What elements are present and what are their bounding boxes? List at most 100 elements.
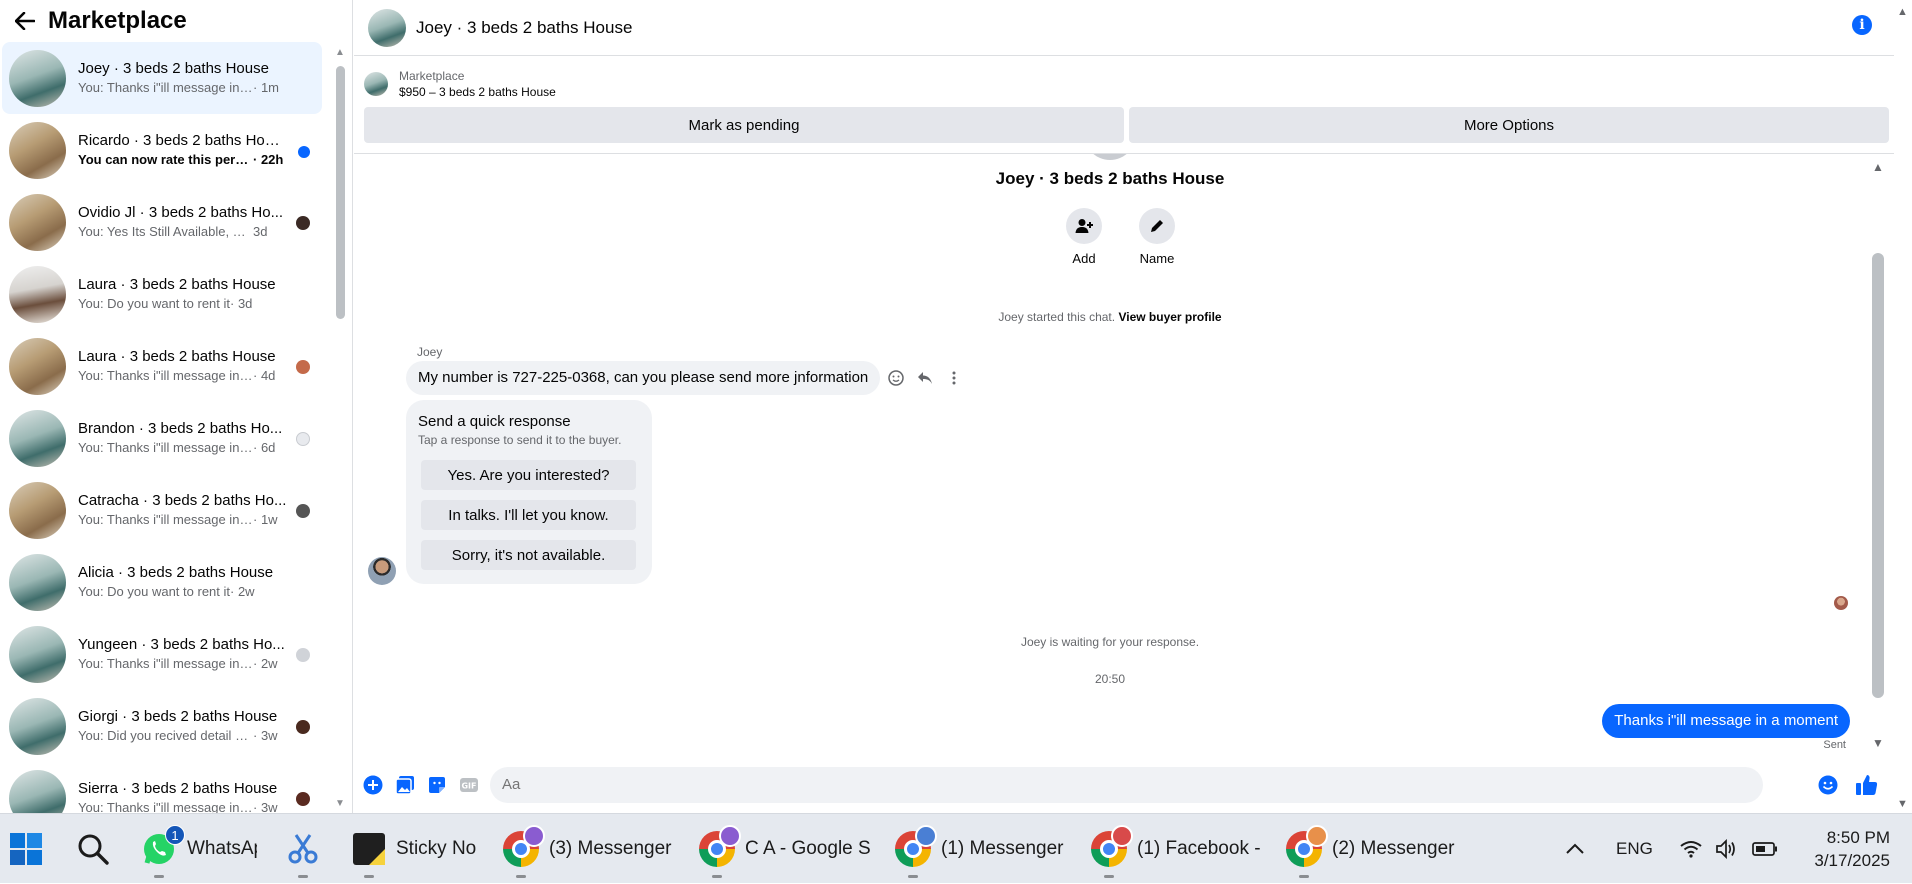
conversation-time: · 3w [253, 800, 278, 813]
scroll-up-arrow-icon[interactable]: ▲ [334, 48, 346, 58]
listing-thumbnail [9, 337, 66, 395]
window-scrollbar[interactable]: ▲ ▼ [1894, 0, 1912, 813]
conversation-name: Laura · 3 beds 2 baths House [78, 276, 276, 293]
start-button[interactable] [9, 814, 43, 884]
taskbar-chrome-window[interactable]: (3) Messenger [503, 814, 678, 884]
listing-thumbnail [9, 193, 66, 251]
conversation-time: · 6d [253, 440, 276, 455]
conversation-item[interactable]: Laura · 3 beds 2 baths House You: Do you… [2, 258, 322, 330]
running-indicator [516, 875, 526, 878]
name-action[interactable]: Name [1127, 208, 1187, 266]
conversation-preview: You: Thanks i"ill message in a ... [78, 656, 253, 671]
listing-thumbnail [9, 49, 66, 107]
conversation-preview: You: Thanks i"ill message in a ... [78, 800, 253, 813]
conversation-name: Catracha · 3 beds 2 baths Ho... [78, 492, 287, 509]
gif-icon[interactable]: GIF [459, 775, 479, 795]
more-vertical-icon[interactable] [944, 368, 963, 387]
message-input[interactable] [490, 767, 1763, 803]
conversation-item[interactable]: Giorgi · 3 beds 2 baths House You: Did y… [2, 690, 322, 762]
react-smiley-icon[interactable] [886, 368, 905, 387]
mark-as-pending-button[interactable]: Mark as pending [364, 107, 1124, 143]
avatar[interactable] [368, 557, 396, 585]
conversation-item[interactable]: Yungeen · 3 beds 2 baths Ho... You: Than… [2, 618, 322, 690]
conversation-name: Giorgi · 3 beds 2 baths House [78, 708, 278, 725]
search-icon [78, 834, 109, 865]
taskbar-chrome-window[interactable]: C A - Google S [699, 814, 874, 884]
profile-avatar-icon [915, 825, 937, 847]
taskbar-chrome-window[interactable]: (1) Facebook - [1091, 814, 1266, 884]
reply-icon[interactable] [915, 368, 934, 387]
sidebar-scrollbar[interactable]: ▲ ▼ [333, 44, 347, 813]
scroll-up-arrow-icon[interactable]: ▲ [1871, 160, 1885, 174]
chat-header: Joey · 3 beds 2 baths House i [354, 0, 1894, 56]
conversation-item[interactable]: Laura · 3 beds 2 baths House You: Thanks… [2, 330, 322, 402]
taskbar-label: C A - Google S [745, 838, 871, 859]
conversation-item[interactable]: Catracha · 3 beds 2 baths Ho... You: Tha… [2, 474, 322, 546]
quick-reply-button[interactable]: In talks. I'll let you know. [421, 500, 636, 530]
incoming-message-bubble[interactable]: My number is 727-225-0368, can you pleas… [406, 361, 881, 395]
taskbar-chrome-window[interactable]: (1) Messenger [895, 814, 1070, 884]
quick-reply-button[interactable]: Yes. Are you interested? [421, 460, 636, 490]
view-buyer-profile-link[interactable]: View buyer profile [1118, 310, 1221, 324]
search-button[interactable] [76, 814, 110, 884]
listing-thumbnail [9, 481, 66, 539]
conversation-time: · 1w [253, 512, 278, 527]
conversation-item[interactable]: Joey · 3 beds 2 baths House You: Thanks … [2, 42, 322, 114]
battery-icon[interactable] [1752, 814, 1778, 884]
info-icon[interactable]: i [1852, 15, 1872, 35]
quick-reply-button[interactable]: Sorry, it's not available. [421, 540, 636, 570]
language-indicator[interactable]: ENG [1616, 814, 1653, 884]
more-options-button[interactable]: More Options [1129, 107, 1889, 143]
conversation-preview: You can now rate this person [78, 152, 253, 167]
sticker-icon[interactable] [427, 775, 447, 795]
seen-avatar-icon [296, 720, 310, 734]
conversation-item[interactable]: Ricardo · 3 beds 2 baths House You can n… [2, 114, 322, 186]
thumbs-up-icon[interactable] [1855, 773, 1879, 797]
message-thread: Joey · 3 beds 2 baths House Add Name Joe… [354, 154, 1874, 764]
scroll-down-arrow-icon[interactable]: ▼ [1871, 736, 1885, 750]
scroll-down-arrow-icon[interactable]: ▼ [334, 799, 346, 809]
listing-thumbnail[interactable] [368, 8, 406, 47]
conversation-item[interactable]: Ovidio Jl · 3 beds 2 baths Ho... You: Ye… [2, 186, 322, 258]
profile-name: Joey · 3 beds 2 baths House [995, 169, 1225, 188]
conversation-item[interactable]: Brandon · 3 beds 2 baths Ho... You: Than… [2, 402, 322, 474]
seen-avatar-icon [296, 360, 310, 374]
conversation-item[interactable]: Sierra · 3 beds 2 baths House You: Thank… [2, 762, 322, 813]
photo-icon[interactable] [395, 775, 415, 795]
seen-avatar-icon [296, 504, 310, 518]
running-indicator [1104, 875, 1114, 878]
add-person-icon[interactable] [1066, 208, 1102, 244]
seen-avatar-icon [296, 792, 310, 806]
listing-summary[interactable]: Marketplace $950 – 3 beds 2 baths House [364, 64, 556, 104]
taskbar-whatsapp[interactable]: 1 WhatsAp [141, 814, 259, 884]
add-action[interactable]: Add [1054, 208, 1114, 266]
taskbar-snipping-tool[interactable] [285, 814, 321, 884]
conversation-name: Alicia · 3 beds 2 baths House [78, 564, 274, 581]
wifi-icon[interactable] [1680, 814, 1702, 884]
conversation-name: Ricardo · 3 beds 2 baths House [78, 132, 288, 149]
pencil-icon[interactable] [1139, 208, 1175, 244]
system-clock[interactable]: 8:50 PM 3/17/2025 [1814, 826, 1890, 872]
outgoing-message-bubble[interactable]: Thanks i"ill message in a moment [1602, 704, 1850, 738]
scrollbar-thumb[interactable] [336, 66, 345, 319]
scrollbar-thumb[interactable] [1872, 253, 1884, 698]
taskbar-sticky-notes[interactable]: Sticky No [352, 814, 477, 884]
windows-logo-icon [10, 833, 42, 865]
profile-avatar-icon [719, 825, 741, 847]
emoji-icon[interactable] [1818, 775, 1838, 795]
profile-avatar-icon [1111, 825, 1133, 847]
plus-circle-icon[interactable] [363, 775, 383, 795]
back-arrow-icon[interactable] [14, 10, 36, 32]
conversation-item[interactable]: Alicia · 3 beds 2 baths House You: Do yo… [2, 546, 322, 618]
chat-title[interactable]: Joey · 3 beds 2 baths House [416, 18, 632, 38]
running-indicator [154, 875, 164, 878]
show-hidden-icons-button[interactable] [1565, 814, 1585, 884]
taskbar-label: (2) Messenger [1332, 838, 1455, 859]
volume-icon[interactable] [1715, 814, 1737, 884]
scroll-down-arrow-icon[interactable]: ▼ [1897, 798, 1908, 810]
chat-scrollbar[interactable]: ▲ ▼ [1869, 160, 1889, 750]
sticky-notes-icon [353, 833, 385, 865]
conversation-time: · 3d [230, 296, 253, 311]
taskbar-chrome-window[interactable]: (2) Messenger [1286, 814, 1461, 884]
scroll-up-arrow-icon[interactable]: ▲ [1897, 6, 1908, 18]
